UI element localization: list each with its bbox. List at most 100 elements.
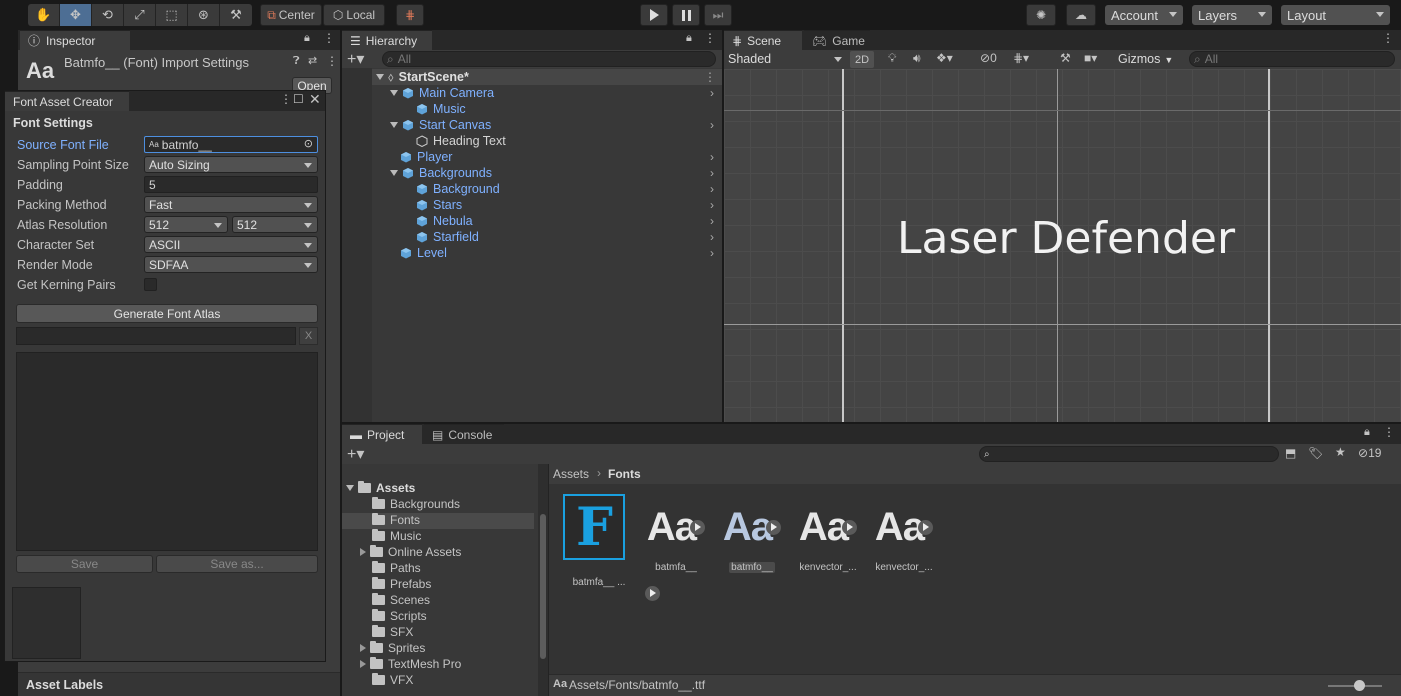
list-item[interactable]: Backgrounds ›: [390, 165, 720, 181]
play-icon[interactable]: [644, 586, 660, 602]
kebab-menu-icon[interactable]: ⋮: [1383, 425, 1395, 439]
play-icon[interactable]: [766, 519, 782, 535]
kebab-menu-icon[interactable]: ⋮: [704, 70, 716, 84]
gizmos-dropdown[interactable]: Gizmos ▼: [1118, 52, 1173, 66]
tree-folder[interactable]: TextMesh Pro: [360, 656, 461, 672]
lock-icon[interactable]: 🔒︎: [1364, 426, 1370, 439]
tree-folder[interactable]: Prefabs: [372, 576, 431, 592]
asset-item-selected[interactable]: Aa batmfo__: [716, 494, 788, 573]
list-item[interactable]: Level ›: [400, 245, 720, 261]
list-item[interactable]: Stars ›: [416, 197, 720, 213]
star-icon[interactable]: ★: [1335, 445, 1346, 459]
lighting-icon[interactable]: 💡︎: [888, 51, 896, 66]
tab-hierarchy[interactable]: ☰ Hierarchy: [342, 30, 432, 50]
audio-icon[interactable]: 🔊︎: [913, 51, 921, 66]
kebab-menu-icon[interactable]: ⋮: [326, 54, 338, 68]
tools-icon[interactable]: ⚒: [1060, 51, 1071, 65]
generate-font-atlas-button[interactable]: Generate Font Atlas: [16, 304, 318, 323]
help-icon[interactable]: ❓︎: [293, 55, 300, 68]
kebab-menu-icon[interactable]: ⋮: [323, 31, 335, 45]
tab-project[interactable]: ▬ Project: [342, 424, 422, 444]
charset-dropdown[interactable]: ASCII: [144, 236, 318, 253]
layers-dropdown[interactable]: Layers: [1192, 5, 1272, 25]
asset-item[interactable]: Aa kenvector_...: [868, 494, 940, 573]
transform-tool-icon[interactable]: ⊛: [188, 4, 220, 26]
play-icon[interactable]: [918, 519, 934, 535]
zoom-slider-thumb[interactable]: [1354, 680, 1365, 691]
scene-search-input[interactable]: ⌕ All: [1189, 51, 1395, 67]
scale-tool-icon[interactable]: ⤢: [124, 4, 156, 26]
kerning-checkbox[interactable]: [144, 278, 157, 291]
move-tool-icon[interactable]: ✥: [60, 4, 92, 26]
breadcrumb-current[interactable]: Fonts: [608, 467, 641, 481]
heading-text[interactable]: Laser Defender: [897, 213, 1235, 264]
account-dropdown[interactable]: Account: [1105, 5, 1183, 25]
tree-root-assets[interactable]: Assets: [346, 480, 415, 496]
list-item[interactable]: Player ›: [400, 149, 720, 165]
tree-folder[interactable]: VFX: [372, 672, 413, 688]
atlas-height-dropdown[interactable]: 512: [232, 216, 318, 233]
tab-game[interactable]: 🎮︎ Game: [804, 30, 870, 50]
project-search-input[interactable]: ⌕: [979, 446, 1279, 462]
list-item[interactable]: Background ›: [416, 181, 720, 197]
tree-folder[interactable]: Music: [372, 528, 421, 544]
cancel-progress-button[interactable]: X: [299, 327, 318, 345]
filter-type-icon[interactable]: ⬒: [1285, 446, 1296, 460]
asset-item[interactable]: Aa kenvector_...: [792, 494, 864, 573]
list-item[interactable]: Main Camera ›: [390, 85, 720, 101]
kebab-menu-icon[interactable]: ⋮: [1382, 31, 1394, 45]
save-as-button[interactable]: Save as...: [156, 555, 318, 573]
lock-icon[interactable]: 🔒︎: [304, 32, 310, 45]
shading-mode-dropdown[interactable]: Shaded: [728, 52, 842, 67]
tree-folder[interactable]: Sprites: [360, 640, 425, 656]
play-button[interactable]: [640, 4, 668, 26]
lock-icon[interactable]: 🔒︎: [686, 32, 692, 45]
asset-item[interactable]: Aa batmfa__: [640, 494, 712, 573]
list-item[interactable]: Nebula ›: [416, 213, 720, 229]
add-icon[interactable]: +▾: [347, 49, 364, 69]
hidden-packages-icon[interactable]: ⊘19: [1358, 446, 1381, 460]
tree-folder[interactable]: Backgrounds: [372, 496, 460, 512]
effects-icon[interactable]: ❖▾: [936, 51, 953, 65]
output-textarea[interactable]: [16, 352, 318, 551]
label-icon[interactable]: 🏷︎: [1308, 446, 1323, 460]
rect-tool-icon[interactable]: ⬚: [156, 4, 188, 26]
rotate-tool-icon[interactable]: ⟲: [92, 4, 124, 26]
list-item[interactable]: Music: [416, 101, 720, 117]
source-font-field[interactable]: Aa batmfo__ ⊙: [144, 136, 318, 153]
add-icon[interactable]: +▾: [347, 444, 364, 464]
breadcrumb-root[interactable]: Assets: [553, 467, 589, 481]
scrollbar-thumb[interactable]: [540, 514, 546, 659]
tree-folder[interactable]: Scenes: [372, 592, 430, 608]
packing-dropdown[interactable]: Fast: [144, 196, 318, 213]
tree-scrollbar[interactable]: [538, 464, 548, 696]
pivot-local-button[interactable]: ⬡ Local: [323, 4, 385, 26]
tree-folder[interactable]: SFX: [372, 624, 413, 640]
tree-folder[interactable]: Online Assets: [360, 544, 461, 560]
step-button[interactable]: ⏭: [704, 4, 732, 26]
tab-inspector[interactable]: ⓘ Inspector: [20, 30, 130, 50]
camera-icon[interactable]: ■▾: [1084, 51, 1097, 65]
2d-toggle-button[interactable]: 2D: [850, 51, 874, 68]
play-icon[interactable]: [842, 519, 858, 535]
sampling-dropdown[interactable]: Auto Sizing: [144, 156, 318, 173]
tree-folder[interactable]: Fonts: [372, 512, 420, 528]
atlas-width-dropdown[interactable]: 512: [144, 216, 228, 233]
tab-scene[interactable]: ⋕ Scene: [724, 30, 802, 50]
pause-button[interactable]: [672, 4, 700, 26]
save-button[interactable]: Save: [16, 555, 153, 573]
play-icon[interactable]: [690, 519, 706, 535]
grid-snap-button[interactable]: ⋕: [396, 4, 424, 26]
grid-toggle-icon[interactable]: ⋕▾: [1013, 51, 1029, 65]
tree-folder[interactable]: Paths: [372, 560, 421, 576]
asset-item[interactable]: F batmfa__ ...: [563, 494, 660, 602]
padding-input[interactable]: 5: [144, 176, 318, 193]
layout-dropdown[interactable]: Layout: [1281, 5, 1390, 25]
list-item[interactable]: Heading Text: [416, 133, 720, 149]
object-picker-icon[interactable]: ⊙: [304, 137, 313, 150]
pivot-center-button[interactable]: ⧉ Center: [260, 4, 322, 26]
hierarchy-search-input[interactable]: ⌕ All: [382, 51, 716, 67]
custom-tool-icon[interactable]: ⚒: [220, 4, 252, 26]
maximize-icon[interactable]: ☐: [293, 92, 304, 106]
tab-font-asset-creator[interactable]: Font Asset Creator: [5, 91, 129, 111]
